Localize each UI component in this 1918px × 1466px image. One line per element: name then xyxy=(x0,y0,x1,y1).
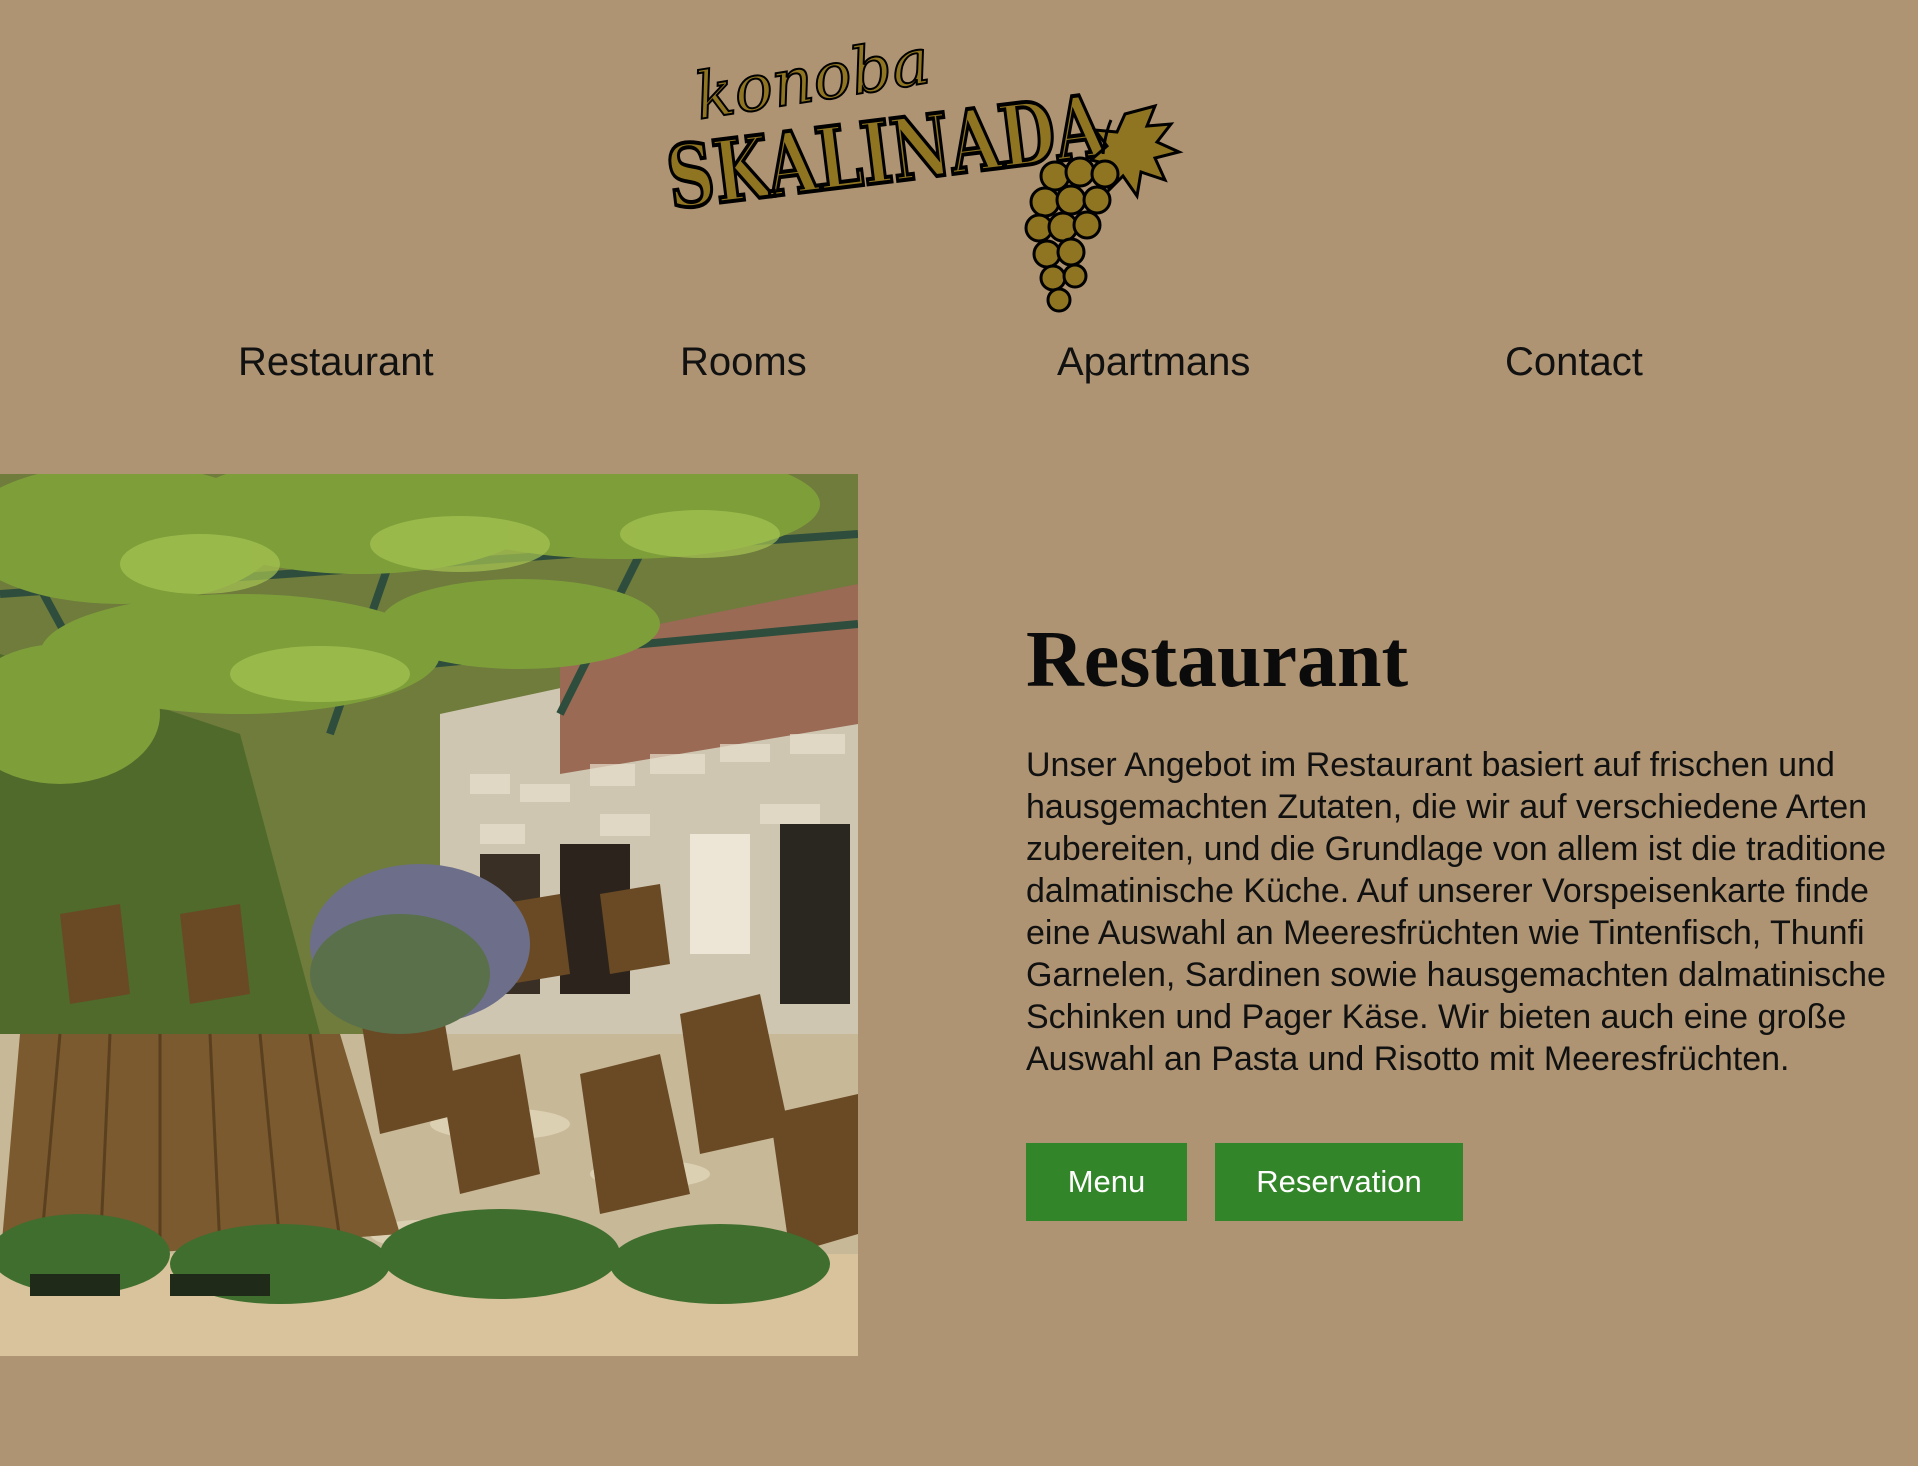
description-line: Unser Angebot im Restaurant basiert auf … xyxy=(1026,746,1835,784)
main-nav: Restaurant Rooms Apartmans Contact xyxy=(0,340,1918,400)
menu-button[interactable]: Menu xyxy=(1026,1143,1187,1221)
nav-item-apartmans[interactable]: Apartmans xyxy=(1057,340,1250,385)
description-line: hausgemachten Zutaten, die wir auf versc… xyxy=(1026,788,1868,826)
nav-item-rooms[interactable]: Rooms xyxy=(680,340,807,385)
description-line: Auswahl an Pasta und Risotto mit Meeresf… xyxy=(1026,1040,1790,1078)
nav-item-contact[interactable]: Contact xyxy=(1505,340,1643,385)
reservation-button[interactable]: Reservation xyxy=(1215,1143,1463,1221)
section-title: Restaurant xyxy=(1026,616,1409,704)
description-line: dalmatinische Küche. Auf unserer Vorspei… xyxy=(1026,872,1869,910)
description-line: eine Auswahl an Meeresfrüchten wie Tinte… xyxy=(1026,914,1865,952)
description-line: Schinken und Pager Käse. Wir bieten auch… xyxy=(1026,998,1847,1036)
section-description: Unser Angebot im Restaurant basiert auf … xyxy=(1026,744,1918,1080)
restaurant-section: Restaurant Unser Angebot im Restaurant b… xyxy=(1026,610,1918,1080)
restaurant-terrace-photo xyxy=(0,474,858,1356)
nav-item-restaurant[interactable]: Restaurant xyxy=(238,340,434,385)
description-line: Garnelen, Sardinen sowie hausgemachten d… xyxy=(1026,956,1886,994)
description-line: zubereiten, und die Grundlage von allem … xyxy=(1026,830,1886,868)
site-logo[interactable]: konoba SKALINADA xyxy=(655,14,1215,314)
action-buttons: Menu Reservation xyxy=(1026,1143,1463,1221)
